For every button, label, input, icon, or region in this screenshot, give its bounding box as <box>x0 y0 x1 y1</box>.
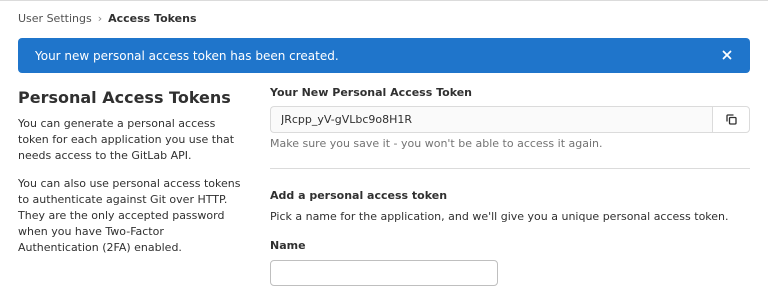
sidebar-description-2: You can also use personal access tokens … <box>18 177 241 254</box>
breadcrumb-user-settings[interactable]: User Settings <box>18 12 92 25</box>
new-token-label: Your New Personal Access Token <box>270 86 473 99</box>
breadcrumb-access-tokens[interactable]: Access Tokens <box>108 12 196 25</box>
success-alert: Your new personal access token has been … <box>18 38 750 73</box>
breadcrumb: User Settings › Access Tokens <box>18 12 197 25</box>
sidebar-description-1: You can generate a personal access token… <box>18 117 235 162</box>
settings-sidebar: Personal Access Tokens You can generate … <box>18 88 248 268</box>
add-token-title: Add a personal access token <box>270 189 448 202</box>
name-input[interactable] <box>270 260 498 286</box>
top-border <box>0 0 768 1</box>
section-divider <box>270 168 750 169</box>
page-title: Personal Access Tokens <box>18 88 231 107</box>
add-token-description: Pick a name for the application, and we'… <box>270 210 729 223</box>
close-icon[interactable] <box>719 47 735 63</box>
breadcrumb-separator: › <box>97 12 103 25</box>
copy-token-button[interactable] <box>712 106 750 133</box>
alert-message: Your new personal access token has been … <box>35 48 339 63</box>
new-token-field[interactable] <box>270 106 712 133</box>
token-help-text: Make sure you save it - you won't be abl… <box>270 137 603 150</box>
name-label: Name <box>270 239 306 252</box>
token-field-group <box>270 106 750 133</box>
copy-icon <box>725 110 737 129</box>
token-panel: Your New Personal Access Token Make sure… <box>270 86 750 286</box>
